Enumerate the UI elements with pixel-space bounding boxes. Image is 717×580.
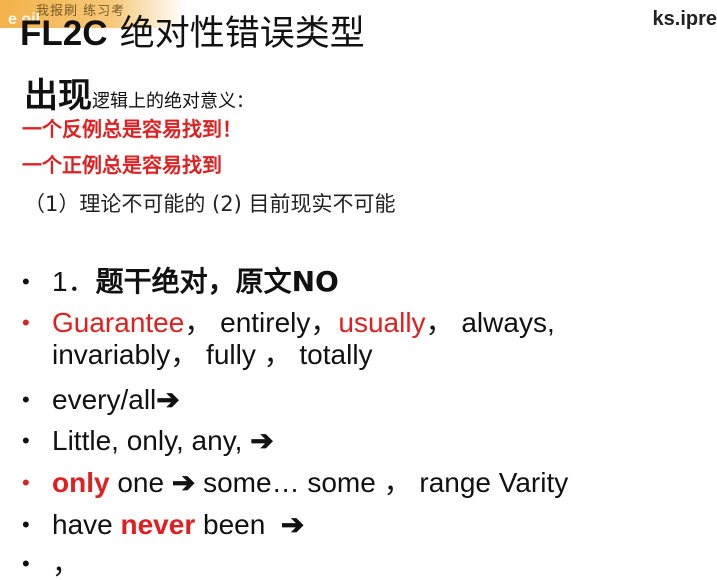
red-line-counterexample: 一个反例总是容易找到！ — [22, 117, 242, 141]
url-fragment: ks.ipre — [652, 8, 717, 30]
page-title: FL2C 绝对性错误类型 — [20, 12, 365, 56]
word-one: one — [117, 467, 165, 498]
word-only: only — [52, 467, 110, 498]
title-text: 绝对性错误类型 — [119, 14, 365, 54]
bullet-5-rest: some… some ， range Varity — [203, 467, 569, 498]
red-line-example: 一个正例总是容易找到 — [22, 153, 222, 177]
bullet-7: •， — [22, 548, 80, 580]
word-been: been — [203, 509, 266, 540]
bullet-1-text: 题干绝对，原文NO — [95, 265, 339, 298]
title-code: FL2C — [20, 14, 108, 53]
bullet-dot: • — [22, 428, 30, 453]
word-have: have — [52, 509, 113, 540]
note-line: （1）理论不可能的 (2) 目前现实不可能 — [24, 192, 396, 216]
bullet-1-num: 1． — [52, 266, 96, 297]
word-usually: usually — [338, 307, 426, 338]
word-entirely: entirely， — [220, 307, 339, 338]
bullet-dot: • — [22, 310, 30, 335]
bullet-4-text: Little, only, any, — [52, 425, 243, 456]
bullet-3-text: every/all — [52, 384, 157, 415]
bullet-dot: • — [22, 387, 30, 412]
bullet-5: • only one ➔ some… some ， range Varity — [22, 467, 568, 499]
bullet-dot: • — [22, 551, 30, 576]
bullet-1: • 1．题干绝对，原文NO — [22, 266, 339, 298]
subtitle-small: 逻辑上的绝对意义： — [92, 91, 254, 112]
arrow-icon: ➔ — [280, 509, 305, 540]
bullet-7-text: ， — [52, 548, 81, 579]
bullet-6: • have never been ➔ — [22, 509, 304, 541]
subtitle-big: 出现 — [24, 76, 92, 116]
bullet-4: • Little, only, any, ➔ — [22, 425, 274, 457]
bullet-3: • every/all➔ — [22, 384, 180, 416]
word-always: always, — [461, 307, 555, 338]
word-guarantee: Guarantee — [52, 307, 185, 338]
bullet-dot: • — [22, 512, 30, 537]
arrow-icon: ➔ — [250, 425, 274, 456]
sep: ， — [425, 307, 454, 338]
bullet-dot: • — [22, 269, 30, 294]
bullet-dot: • — [22, 470, 30, 495]
bullet-2-line2: invariably， fully ， totally — [52, 339, 373, 370]
bullet-2: • Guarantee， entirely，usually， always, — [22, 307, 555, 339]
word-never: never — [120, 509, 196, 540]
arrow-icon: ➔ — [171, 467, 196, 498]
arrow-icon: ➔ — [156, 384, 180, 415]
sep: ， — [184, 307, 213, 338]
